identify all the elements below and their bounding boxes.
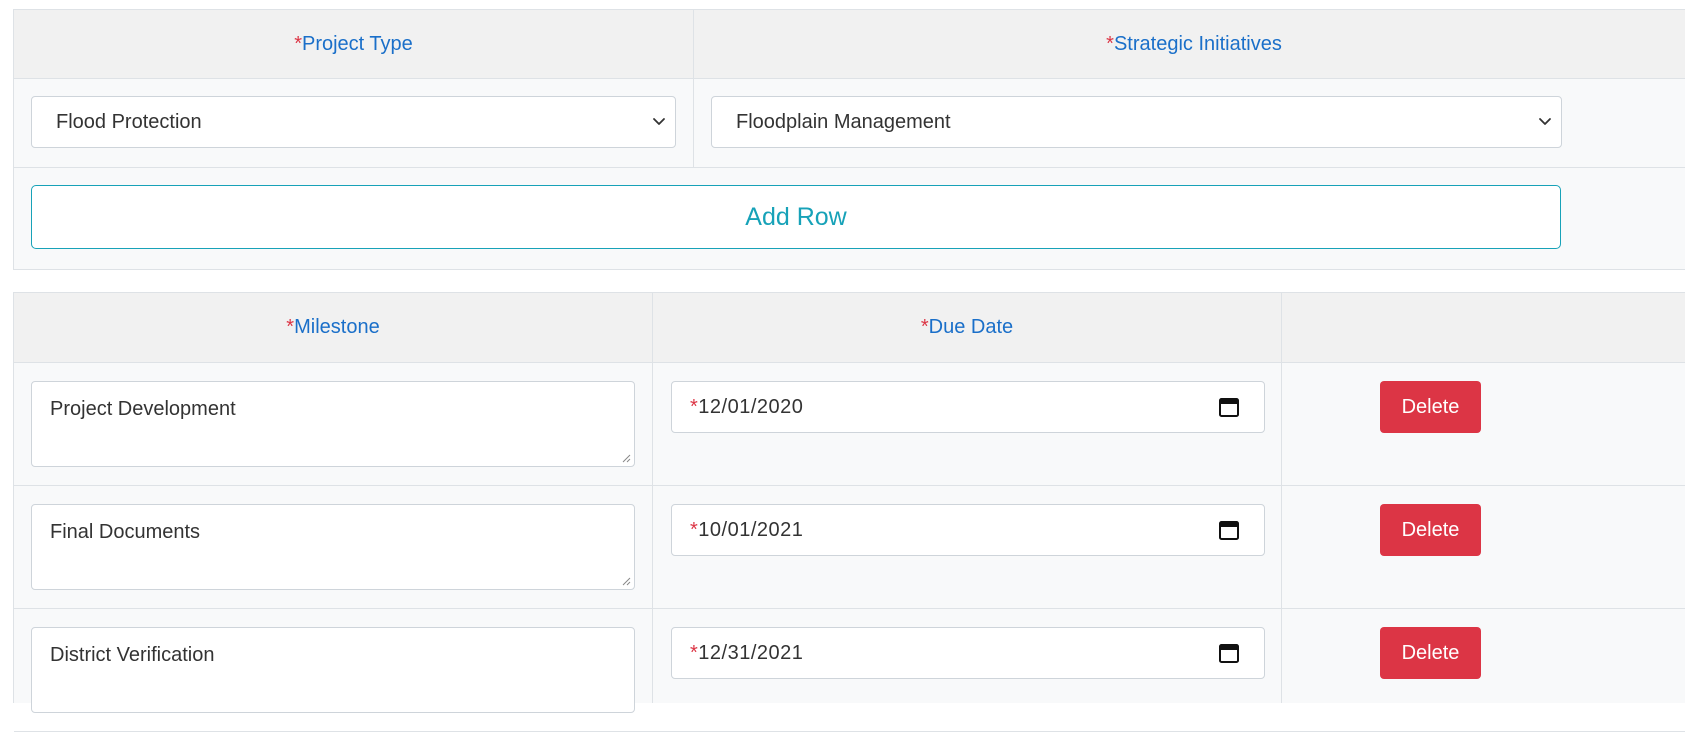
project-type-value: Flood Protection [56, 110, 202, 133]
milestone-table: * Milestone * Due Date Project Development… [13, 292, 1685, 732]
project-table-row: Flood Protection Floodplain Management [14, 79, 1685, 168]
project-table-header: * Project Type * Strategic Initiatives [14, 10, 1685, 79]
due-date-header: * Due Date [653, 293, 1281, 362]
add-row-button[interactable]: Add Row [31, 185, 1561, 249]
required-asterisk: * [690, 641, 699, 664]
milestone-text: District Verification [50, 644, 215, 666]
chevron-down-icon [653, 118, 665, 125]
milestone-textarea[interactable]: Project Development [31, 381, 635, 467]
delete-button[interactable]: Delete [1380, 627, 1481, 679]
milestone-textarea[interactable]: Final Documents [31, 504, 635, 590]
project-info-table: * Project Type * Strategic Initiatives Flo… [13, 9, 1685, 270]
milestone-text: Project Development [50, 398, 236, 420]
milestone-header: * Milestone [14, 293, 652, 362]
calendar-icon[interactable] [1218, 519, 1240, 541]
due-date-input[interactable]: * 12/31/2021 [671, 627, 1265, 679]
due-date-header-label: Due Date [928, 316, 1014, 338]
required-asterisk: * [690, 395, 699, 418]
strategic-initiatives-header-label: Strategic Initiatives [1113, 32, 1282, 55]
calendar-icon[interactable] [1218, 642, 1240, 664]
milestone-header-label: Milestone [294, 316, 380, 338]
required-asterisk: * [1106, 32, 1114, 55]
due-date-value: 12/31/2021 [698, 641, 804, 664]
resize-grip-icon[interactable] [621, 453, 631, 463]
milestone-text: Final Documents [50, 521, 201, 543]
table-row: Project Development * 12/01/2020 Delete [14, 363, 1685, 486]
project-type-select[interactable]: Flood Protection [31, 96, 676, 148]
strategic-initiatives-value: Floodplain Management [736, 110, 951, 133]
due-date-input[interactable]: * 12/01/2020 [671, 381, 1265, 433]
actions-header [1282, 293, 1685, 362]
due-date-input[interactable]: * 10/01/2021 [671, 504, 1265, 556]
required-asterisk: * [294, 32, 302, 55]
milestone-textarea[interactable]: District Verification [31, 627, 635, 713]
chevron-down-icon [1539, 118, 1551, 125]
required-asterisk: * [690, 518, 699, 541]
required-asterisk: * [920, 316, 929, 338]
table-row: District Verification * 12/31/2021 Delete [14, 609, 1685, 732]
milestone-table-header: * Milestone * Due Date [14, 293, 1685, 363]
due-date-value: 10/01/2021 [698, 518, 804, 541]
delete-button[interactable]: Delete [1380, 504, 1481, 556]
project-type-header: * Project Type [14, 10, 693, 78]
strategic-initiatives-header: * Strategic Initiatives [694, 10, 1685, 78]
strategic-initiatives-select[interactable]: Floodplain Management [711, 96, 1562, 148]
resize-grip-icon[interactable] [621, 576, 631, 586]
required-asterisk: * [286, 316, 295, 338]
calendar-icon[interactable] [1218, 396, 1240, 418]
due-date-value: 12/01/2020 [698, 395, 804, 418]
table-row: Final Documents * 10/01/2021 Delete [14, 486, 1685, 609]
project-type-header-label: Project Type [301, 32, 413, 55]
delete-button[interactable]: Delete [1380, 381, 1481, 433]
